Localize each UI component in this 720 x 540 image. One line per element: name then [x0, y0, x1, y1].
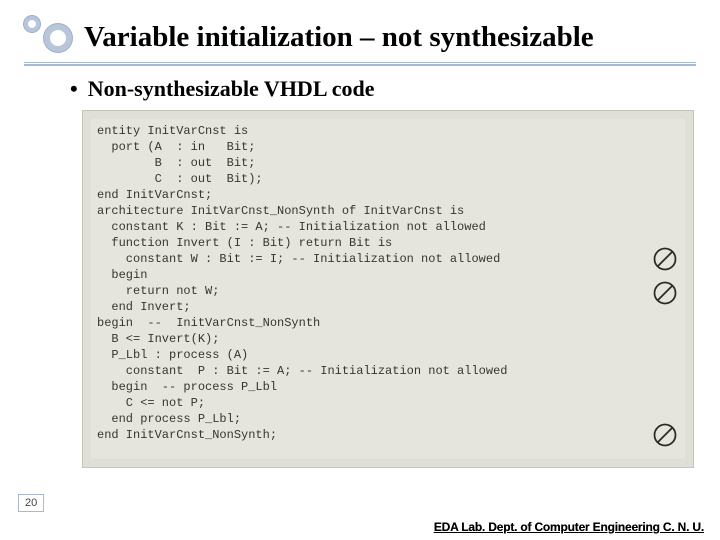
code-line: entity InitVarCnst is [97, 123, 679, 139]
page-number-badge: 20 [18, 494, 44, 512]
code-line: architecture InitVarCnst_NonSynth of Ini… [97, 203, 679, 219]
slide-header: Variable initialization – not synthesiza… [24, 16, 696, 58]
code-line: end InitVarCnst_NonSynth; [97, 427, 679, 443]
bullet-item: • Non-synthesizable VHDL code [70, 76, 696, 102]
code-line: constant K : Bit := A; -- Initialization… [97, 219, 679, 235]
bullet-dot: • [70, 78, 78, 100]
code-line: constant W : Bit := I; -- Initialization… [97, 251, 679, 267]
prohibit-icon [651, 245, 679, 273]
page-title: Variable initialization – not synthesiza… [84, 21, 594, 54]
department-footer: EDA Lab. Dept. of Computer Engineering C… [434, 520, 704, 534]
code-line: function Invert (I : Bit) return Bit is [97, 235, 679, 251]
code-line: C <= not P; [97, 395, 679, 411]
slide: Variable initialization – not synthesiza… [0, 0, 720, 540]
prohibit-icon [651, 421, 679, 449]
code-line: B : out Bit; [97, 155, 679, 171]
code-line: C : out Bit); [97, 171, 679, 187]
prohibit-icon [651, 279, 679, 307]
code-line: end InitVarCnst; [97, 187, 679, 203]
code-line: P_Lbl : process (A) [97, 347, 679, 363]
title-underline [24, 62, 696, 66]
code-line: end Invert; [97, 299, 679, 315]
code-line: B <= Invert(K); [97, 331, 679, 347]
code-line: constant P : Bit := A; -- Initialization… [97, 363, 679, 379]
ring-icon [24, 16, 40, 32]
code-text: entity InitVarCnst is port (A : in Bit; … [91, 119, 685, 459]
code-line: return not W; [97, 283, 679, 299]
code-line: begin -- InitVarCnst_NonSynth [97, 315, 679, 331]
code-line: port (A : in Bit; [97, 139, 679, 155]
code-line: begin -- process P_Lbl [97, 379, 679, 395]
code-figure: entity InitVarCnst is port (A : in Bit; … [82, 110, 694, 468]
ring-icon [44, 24, 72, 52]
code-line: end process P_Lbl; [97, 411, 679, 427]
scanned-code-block: entity InitVarCnst is port (A : in Bit; … [82, 110, 694, 468]
bullet-text: Non-synthesizable VHDL code [88, 76, 375, 102]
title-decor [24, 16, 74, 58]
code-line: begin [97, 267, 679, 283]
